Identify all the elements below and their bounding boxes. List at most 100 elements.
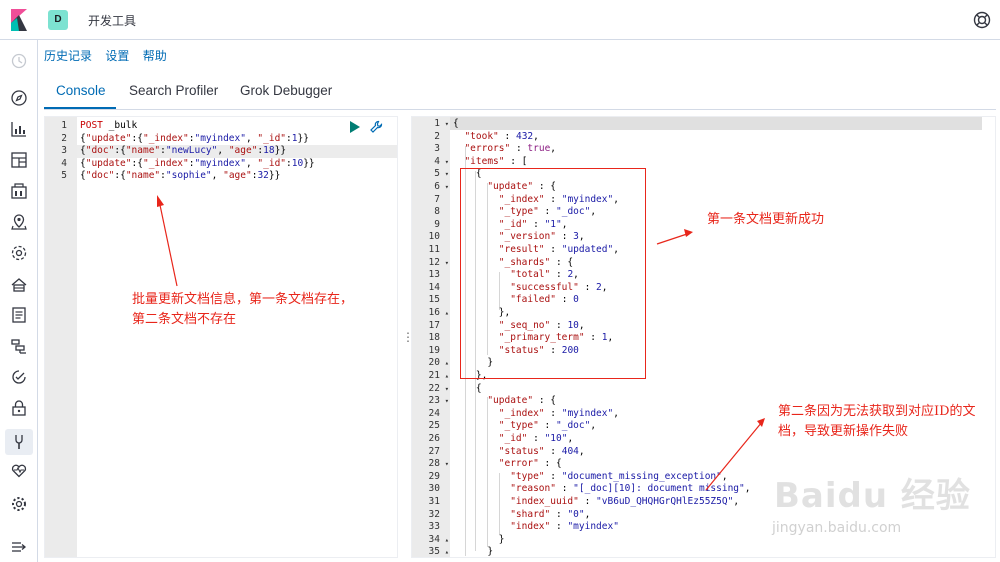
line-number: 17 <box>428 319 440 331</box>
line-number: 31 <box>428 496 440 507</box>
ml-icon[interactable] <box>10 244 28 262</box>
request-editor[interactable]: 1 POST _bulk 2 {"update":{"_index":"myindex… <box>44 116 398 558</box>
dev-tools-icon[interactable] <box>5 429 33 455</box>
baidu-watermark: Baidu 经验 jingyan.baidu.com <box>766 458 996 558</box>
annotation-line: 批量更新文档信息，第一条文档存在， <box>132 292 354 307</box>
watermark-brand: Baidu 经验 <box>774 476 971 516</box>
kibana-logo-icon[interactable] <box>9 9 29 31</box>
request-line[interactable]: {"update":{"_index":"myindex", "_id":10}… <box>80 158 315 171</box>
help-lifebuoy-icon[interactable] <box>972 10 992 30</box>
line-number: 11 <box>428 244 440 255</box>
request-line[interactable]: {"doc":{"name":"sophie", "age":32}} <box>80 170 280 183</box>
fold-collapse-icon[interactable]: ▾ <box>441 168 449 181</box>
response-line: "items" : [ <box>464 155 528 167</box>
logs-icon[interactable] <box>10 306 28 324</box>
response-line: "took" : 432, <box>464 130 539 142</box>
response-line: "reason" : "[_doc][10]: document missing… <box>510 483 751 495</box>
settings-link[interactable]: 设置 <box>105 49 129 63</box>
collapse-icon[interactable] <box>10 538 28 556</box>
help-link[interactable]: 帮助 <box>143 49 167 63</box>
fold-end-icon[interactable]: ▴ <box>441 357 449 370</box>
fold-collapse-icon[interactable]: ▾ <box>441 383 449 396</box>
wrench-actions-icon[interactable] <box>369 120 383 134</box>
annotation-bulk-note: 批量更新文档信息，第一条文档存在， 第二条文档不存在 <box>132 290 353 330</box>
annotation-line: 第二条因为无法获取到对应ID的文 <box>778 404 976 419</box>
line-number: 23 <box>428 395 440 407</box>
request-line[interactable]: {"doc":{"name":"newLucy", "age":18}} <box>80 145 286 158</box>
line-number: 16 <box>428 307 440 318</box>
management-icon[interactable] <box>10 495 28 513</box>
fold-end-icon[interactable]: ▴ <box>441 370 449 383</box>
send-request-play-icon[interactable] <box>349 121 361 133</box>
line-number: 2 <box>434 130 440 142</box>
fold-end-icon[interactable]: ▴ <box>441 307 449 320</box>
response-line: "index_uuid" : "vB6uD_QHQHGrQHlEz55Z5Q", <box>510 496 740 507</box>
line-number: 20 <box>428 357 440 369</box>
response-line: } <box>453 533 505 545</box>
fold-collapse-icon[interactable]: ▾ <box>441 118 449 131</box>
tab-console[interactable]: Console <box>56 83 106 98</box>
maps-icon[interactable] <box>10 213 28 231</box>
line-number: 33 <box>428 521 440 533</box>
line-number: 34 <box>428 533 440 545</box>
fold-collapse-icon[interactable]: ▾ <box>441 395 449 408</box>
line-number: 5 <box>61 170 67 182</box>
response-line: "_type" : "_doc", <box>498 420 597 432</box>
response-line: } <box>453 546 494 558</box>
line-number: 3 <box>434 143 440 155</box>
space-avatar[interactable]: D <box>48 10 68 30</box>
success-highlight-box <box>460 168 646 379</box>
line-number: 25 <box>428 420 440 432</box>
fold-collapse-icon[interactable]: ▾ <box>441 156 449 169</box>
annotation-success-note: 第一条文档更新成功 <box>707 212 825 227</box>
selected-tab-indicator <box>44 107 116 109</box>
response-line: { <box>453 382 482 394</box>
line-number: 35 <box>428 546 440 558</box>
response-line: "errors" : true, <box>464 143 557 155</box>
breadcrumb-title: 开发工具 <box>88 14 137 28</box>
line-number: 14 <box>428 281 440 293</box>
line-number: 22 <box>428 382 440 394</box>
request-line[interactable]: {"update":{"_index":"myindex", "_id":1}} <box>80 133 309 146</box>
line-number: 8 <box>434 206 440 218</box>
compass-icon[interactable] <box>10 89 28 107</box>
line-number: 4 <box>434 155 440 167</box>
line-number: 29 <box>428 470 440 482</box>
history-link[interactable]: 历史记录 <box>44 49 92 63</box>
fold-end-icon[interactable]: ▴ <box>441 546 449 559</box>
line-number: 28 <box>428 458 440 470</box>
response-line: { <box>453 118 459 129</box>
fold-collapse-icon[interactable]: ▾ <box>441 458 449 471</box>
infrastructure-icon[interactable] <box>10 275 28 293</box>
response-line: "update" : { <box>487 395 556 407</box>
line-number: 3 <box>61 145 67 157</box>
canvas-icon[interactable] <box>10 182 28 200</box>
line-number: 4 <box>61 157 67 169</box>
request-line[interactable]: POST _bulk <box>80 120 137 133</box>
line-number: 21 <box>428 370 440 381</box>
tab-search-profiler[interactable]: Search Profiler <box>129 83 218 98</box>
monitoring-icon[interactable] <box>10 461 28 479</box>
tab-grok-debugger[interactable]: Grok Debugger <box>240 83 332 98</box>
line-number: 5 <box>434 168 440 180</box>
response-line: "shard" : "0", <box>510 508 591 520</box>
line-number: 32 <box>428 508 440 520</box>
fold-collapse-icon[interactable]: ▾ <box>441 181 449 194</box>
security-icon[interactable] <box>10 399 28 417</box>
line-number: 1 <box>434 118 440 129</box>
line-number: 27 <box>428 445 440 457</box>
line-number: 7 <box>434 193 440 205</box>
line-number: 18 <box>428 332 440 344</box>
request-gutter <box>45 117 77 557</box>
uptime-icon[interactable] <box>10 368 28 386</box>
fold-end-icon[interactable]: ▴ <box>441 534 449 547</box>
clock-icon[interactable] <box>10 52 28 70</box>
fold-collapse-icon[interactable]: ▾ <box>441 257 449 270</box>
dashboard-icon[interactable] <box>10 151 28 169</box>
apm-icon[interactable] <box>10 337 28 355</box>
bar-chart-icon[interactable] <box>10 120 28 138</box>
response-line: "status" : 404, <box>498 445 585 457</box>
line-number: 2 <box>61 132 67 144</box>
side-nav <box>0 40 38 562</box>
annotation-line: 档，导致更新操作失败 <box>778 424 909 439</box>
